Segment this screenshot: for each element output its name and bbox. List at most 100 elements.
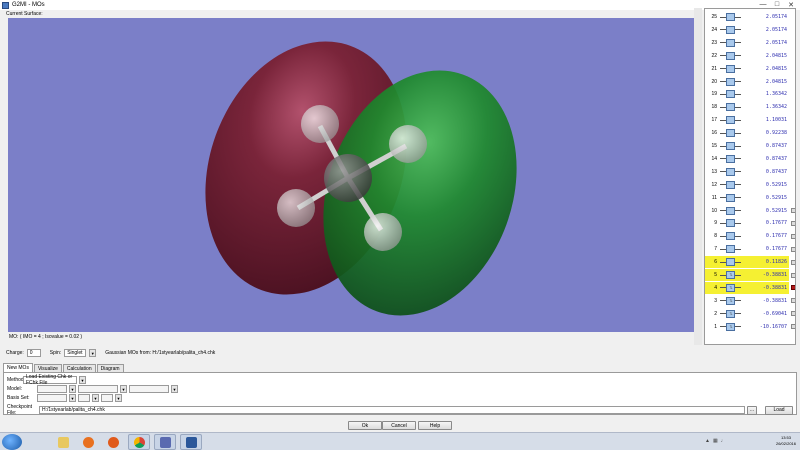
basis-select-2[interactable] bbox=[78, 394, 90, 402]
media-player-icon[interactable] bbox=[77, 434, 99, 450]
occupancy-box bbox=[726, 219, 735, 228]
mo-row[interactable]: 22 2.04815 bbox=[705, 50, 789, 62]
mo-number: 21 bbox=[711, 65, 717, 72]
mo-row[interactable]: 14 0.87437 bbox=[705, 153, 789, 165]
mo-surface-checkbox[interactable] bbox=[791, 259, 795, 265]
mo-energy: 0.52915 bbox=[765, 207, 787, 214]
chevron-down-icon[interactable]: ▼ bbox=[120, 385, 127, 393]
chevron-down-icon[interactable]: ▼ bbox=[69, 394, 76, 402]
tab-diagram[interactable]: Diagram bbox=[96, 364, 124, 372]
chevron-down-icon[interactable]: ▼ bbox=[69, 385, 76, 393]
viewport-scrollbar[interactable] bbox=[694, 8, 702, 345]
tab-visualize[interactable]: Visualize bbox=[33, 364, 62, 372]
mo-surface-checkbox[interactable] bbox=[791, 246, 795, 252]
firefox-icon[interactable] bbox=[102, 434, 124, 450]
mo-row[interactable]: 9 0.17677 bbox=[705, 217, 789, 229]
occupancy-box: ↑↓ bbox=[726, 283, 735, 292]
mo-surface-checkbox[interactable] bbox=[791, 285, 795, 291]
occupancy-box bbox=[726, 258, 735, 267]
mo-row[interactable]: 25 2.05174 bbox=[705, 11, 789, 23]
mo-row[interactable]: 24 2.05174 bbox=[705, 24, 789, 36]
basis-select-3[interactable] bbox=[101, 394, 113, 402]
mo-row[interactable]: 1 ↑↓ -10.16707 bbox=[705, 321, 789, 333]
chrome-icon[interactable] bbox=[128, 434, 150, 450]
spin-select[interactable]: Singlet bbox=[64, 349, 87, 357]
cancel-button[interactable]: Cancel bbox=[382, 421, 416, 430]
mo-surface-checkbox[interactable] bbox=[791, 311, 795, 317]
window-title: G2MI - MOs bbox=[12, 2, 45, 8]
model-select-1[interactable] bbox=[37, 385, 67, 393]
mo-row[interactable]: 12 0.52915 bbox=[705, 179, 789, 191]
mo-energy: 0.52915 bbox=[765, 194, 787, 201]
network-icon[interactable]: ▦ bbox=[713, 438, 718, 444]
system-tray: ▲ ▦ ♩ bbox=[705, 438, 726, 444]
mo-row[interactable]: 4 ↑↓ -0.38831 bbox=[705, 281, 789, 294]
mo-surface-checkbox[interactable] bbox=[791, 208, 795, 213]
mo-number: 14 bbox=[711, 155, 717, 162]
mo-row[interactable]: 23 2.05174 bbox=[705, 37, 789, 49]
explorer-icon[interactable] bbox=[52, 434, 74, 450]
chevron-down-icon[interactable]: ▼ bbox=[171, 385, 178, 393]
method-select[interactable]: Load Existing Chk or FChk File bbox=[23, 374, 77, 386]
chevron-down-icon[interactable]: ▼ bbox=[79, 376, 86, 384]
hydrogen-atom bbox=[389, 125, 427, 163]
clock[interactable]: 13:53 26/02/2016 bbox=[776, 435, 796, 447]
mo-row[interactable]: 17 1.10031 bbox=[705, 114, 789, 126]
tab-calculation[interactable]: Calculation bbox=[62, 364, 96, 372]
mo-energy-list[interactable]: 25 2.05174 24 2.05174 23 2.05174 22 2.04815 21 2.… bbox=[704, 8, 796, 345]
mo-surface-checkbox[interactable] bbox=[791, 298, 795, 304]
occupancy-box bbox=[726, 90, 735, 99]
occupancy-box bbox=[726, 38, 735, 47]
ok-button[interactable]: Ok bbox=[348, 421, 382, 430]
mo-row[interactable]: 21 2.04815 bbox=[705, 63, 789, 75]
load-button[interactable]: Load bbox=[765, 405, 793, 415]
tab-new-mos[interactable]: New MOs bbox=[3, 363, 33, 372]
model-select-3[interactable] bbox=[129, 385, 169, 393]
occupancy-box bbox=[726, 180, 735, 189]
chevron-down-icon[interactable]: ▼ bbox=[89, 349, 97, 357]
mo-row[interactable]: 20 2.04815 bbox=[705, 76, 789, 88]
mo-row[interactable]: 8 0.17677 bbox=[705, 230, 789, 242]
volume-icon[interactable]: ♩ bbox=[721, 438, 726, 444]
mo-number: 18 bbox=[711, 104, 717, 111]
mo-surface-checkbox[interactable] bbox=[791, 233, 795, 239]
mo-surface-checkbox[interactable] bbox=[791, 272, 795, 278]
mo-row[interactable]: 6 0.11826 bbox=[705, 256, 789, 269]
mo-row[interactable]: 7 0.17677 bbox=[705, 243, 789, 255]
model-select-2[interactable] bbox=[78, 385, 118, 393]
occupancy-box bbox=[726, 116, 735, 125]
mo-row[interactable]: 18 1.36342 bbox=[705, 101, 789, 113]
mo-number: 19 bbox=[711, 91, 717, 98]
mo-row[interactable]: 10 0.52915 bbox=[705, 205, 789, 217]
word-icon[interactable] bbox=[180, 434, 202, 450]
chevron-down-icon[interactable]: ▼ bbox=[92, 394, 99, 402]
mo-row[interactable]: 16 0.92238 bbox=[705, 127, 789, 139]
mo-row[interactable]: 3 ↑↓ -0.38831 bbox=[705, 295, 789, 307]
mo-row[interactable]: 19 1.36342 bbox=[705, 88, 789, 100]
mo-surface-checkbox[interactable] bbox=[791, 324, 795, 330]
charge-field[interactable]: 0 bbox=[26, 349, 41, 357]
model-row: Model: ▼ ▼ ▼ bbox=[7, 385, 178, 393]
occupancy-box bbox=[726, 77, 735, 86]
mo-number: 10 bbox=[711, 207, 717, 214]
checkpoint-file-field[interactable]: H:/1styearlab/palita_ch4.chk bbox=[39, 406, 745, 414]
mo-energy: 2.05174 bbox=[765, 26, 787, 33]
molecule-viewport[interactable] bbox=[8, 18, 694, 332]
help-button[interactable]: Help bbox=[418, 421, 452, 430]
mo-row[interactable]: 13 0.87437 bbox=[705, 166, 789, 178]
basis-select-1[interactable] bbox=[37, 394, 67, 402]
chevron-down-icon[interactable]: ▼ bbox=[115, 394, 122, 402]
chevron-up-icon[interactable]: ▲ bbox=[705, 438, 710, 444]
windows-start-icon[interactable] bbox=[2, 434, 22, 450]
mo-row[interactable]: 15 0.87437 bbox=[705, 140, 789, 152]
mo-energy: 1.36342 bbox=[765, 104, 787, 111]
mo-energy: -0.38831 bbox=[762, 284, 787, 291]
browse-button[interactable]: ... bbox=[747, 405, 757, 415]
mo-row[interactable]: 5 ↑↓ -0.38831 bbox=[705, 269, 789, 281]
mo-row[interactable]: 11 0.52915 bbox=[705, 192, 789, 204]
mo-surface-checkbox[interactable] bbox=[791, 220, 795, 226]
mo-number: 12 bbox=[711, 181, 717, 188]
mo-row[interactable]: 2 ↑↓ -0.69041 bbox=[705, 308, 789, 320]
mo-energy: 0.87437 bbox=[765, 155, 787, 162]
gaussview-icon[interactable] bbox=[154, 434, 176, 450]
